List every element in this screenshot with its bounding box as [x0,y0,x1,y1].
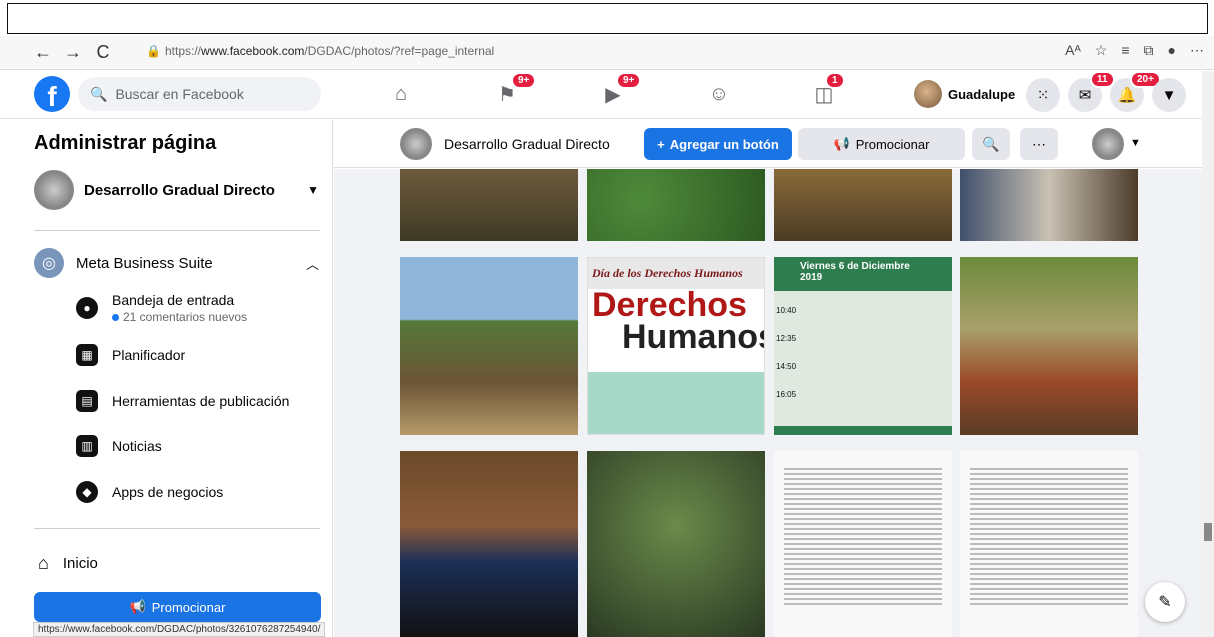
groups-icon[interactable]: ☺ [700,77,738,111]
browser-icons: Aᴬ ☆ ≡ ⧉ ● ⋯ [1065,42,1204,59]
more-options-button[interactable]: ⋯ [1020,128,1058,160]
gaming-badge: 1 [825,72,845,89]
photo-grid: Día de los Derechos Humanos Derechos Hum… [334,169,1202,637]
account-dropdown-icon[interactable]: ▼ [1152,78,1186,112]
favorites-list-icon[interactable]: ≡ [1121,42,1129,59]
promote-page-button[interactable]: 📢 Promocionar [798,128,965,160]
browser-toolbar: ← → C 🔒 https://www.facebook.com/DGDAC/p… [0,36,1214,70]
page-name[interactable]: Desarrollo Gradual Directo [444,136,610,152]
sidebar-item-planner[interactable]: ▦ Planificador [76,344,185,366]
event-title: Viernes 6 de Diciembre 2019 [800,261,910,283]
status-bar-url: https://www.facebook.com/DGDAC/photos/32… [33,622,326,637]
photo-thumbnail[interactable] [400,257,578,435]
lock-icon: 🔒 [146,44,161,58]
search-input[interactable]: 🔍 Buscar en Facebook [78,77,321,111]
favorite-icon[interactable]: ☆ [1095,42,1108,59]
sidebar-item-home[interactable]: ⌂ Inicio [38,553,98,574]
back-icon[interactable]: ← [28,38,58,68]
search-icon: 🔍 [90,85,108,102]
divider [34,230,320,231]
more-icon: ⋯ [1032,135,1046,152]
news-icon: ▥ [76,435,98,457]
megaphone-icon: 📢 [833,136,850,151]
document-page[interactable] [960,451,1138,637]
photo-thumbnail[interactable] [587,169,765,241]
photo-thumbnail[interactable] [587,451,765,637]
menu-grid-icon[interactable]: ⁙ [1026,78,1060,112]
search-page-button[interactable]: 🔍 [972,128,1010,160]
chevron-up-icon: ︿ [305,256,319,272]
home-icon[interactable]: ⌂ [382,77,420,111]
search-icon: 🔍 [982,135,1000,152]
profile-icon[interactable]: ● [1168,42,1176,59]
megaphone-icon: 📢 [129,599,146,614]
forward-icon[interactable]: → [58,38,88,68]
photo-thumbnail[interactable] [400,451,578,637]
address-bar[interactable]: https://www.facebook.com/DGDAC/photos/?r… [165,44,494,58]
event-schedule-image[interactable]: Viernes 6 de Diciembre 2019 10:40 12:35 14… [774,257,952,435]
sidebar: Administrar página Desarrollo Gradual Di… [0,120,333,637]
read-aloud-icon[interactable]: Aᴬ [1065,42,1081,59]
scrollbar[interactable] [1202,71,1214,637]
page-avatar [34,170,74,210]
home-icon: ⌂ [38,553,49,573]
chevron-down-icon[interactable]: ▼ [1130,137,1141,149]
flag-badge: 9+ [511,72,537,89]
page-avatar[interactable] [400,128,432,160]
sidebar-item-publishing-tools[interactable]: ▤ Herramientas de publicación [76,390,289,412]
sidebar-item-business-apps[interactable]: ◆ Apps de negocios [76,481,223,503]
facebook-logo[interactable]: f [34,76,70,112]
document-page[interactable] [774,451,952,637]
video-badge: 9+ [616,72,642,89]
promote-button[interactable]: 📢 Promocionar [34,592,321,622]
avatar [914,80,942,108]
page-switch-avatar[interactable] [1092,128,1124,160]
chevron-down-icon: ▼ [307,183,319,197]
page-title: Administrar página [34,132,217,154]
photo-thumbnail[interactable] [960,257,1138,435]
sidebar-item-inbox[interactable]: ● Bandeja de entrada 21 comentarios nuevo… [76,292,247,324]
chat-icon: ● [76,297,98,319]
event-times: 10:40 12:35 14:50 16:05 [776,306,797,399]
cube-icon: ◆ [76,481,98,503]
poster-word: Derechos [592,286,747,324]
page-selector[interactable]: Desarrollo Gradual Directo ▼ [34,170,319,210]
add-button[interactable]: + Agregar un botón [644,128,792,160]
edit-icon: ✎ [1158,594,1172,611]
poster-title: Día de los Derechos Humanos [588,258,764,289]
meta-icon: ◎ [34,248,64,278]
scrollbar-thumb[interactable] [1204,523,1212,541]
calendar-icon: ▦ [76,344,98,366]
reload-icon[interactable]: C [88,38,118,68]
divider [34,528,320,529]
plus-icon: + [657,136,665,152]
poster-word: Humanos [622,318,765,356]
photo-thumbnail[interactable] [400,169,578,241]
messenger-badge: 11 [1090,71,1115,88]
sidebar-item-news[interactable]: ▥ Noticias [76,435,162,457]
page-header-bar: Desarrollo Gradual Directo + Agregar un b… [334,120,1202,168]
new-message-button[interactable]: ✎ [1145,582,1185,622]
facebook-header: f 🔍 Buscar en Facebook ⌂ ⚑ 9+ ▶ 9+ ☺ ◫ 1 … [0,71,1214,119]
tools-icon: ▤ [76,390,98,412]
meta-business-suite[interactable]: ◎ Meta Business Suite ︿ [34,248,319,278]
top-blank-frame [7,3,1208,34]
photo-thumbnail[interactable] [774,169,952,241]
human-rights-poster[interactable]: Día de los Derechos Humanos Derechos Hum… [587,257,765,435]
collections-icon[interactable]: ⧉ [1144,42,1154,59]
photo-thumbnail[interactable] [960,169,1138,241]
user-profile[interactable]: Guadalupe [914,80,1015,108]
more-icon[interactable]: ⋯ [1190,42,1204,59]
